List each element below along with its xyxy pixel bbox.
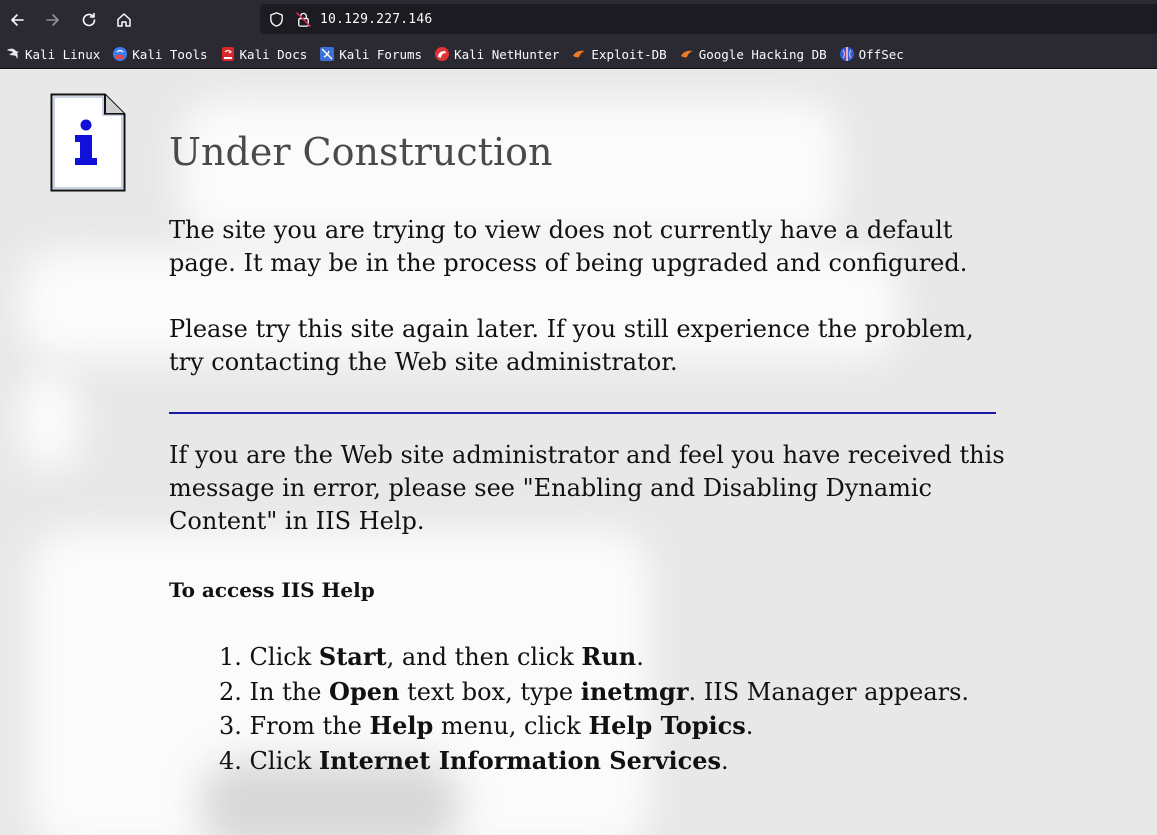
iis-help-heading: To access IIS Help (169, 578, 375, 602)
insecure-lock-icon[interactable] (294, 10, 312, 28)
bookmark-kali-forums[interactable]: Kali Forums (319, 42, 422, 66)
bookmark-offsec[interactable]: OffSec (839, 42, 904, 66)
step-text: In the (249, 677, 330, 706)
bookmark-kali-linux[interactable]: Kali Linux (5, 42, 100, 66)
step-text: From the (249, 712, 370, 740)
step-keyword: inetmgr (580, 676, 689, 706)
bookmark-google-hacking-db[interactable]: Google Hacking DB (679, 42, 827, 66)
kali-nethunter-icon (434, 46, 450, 62)
step-keyword: Internet Information Services (318, 745, 722, 775)
step-keyword: Help Topics (588, 711, 746, 740)
kali-docs-icon (220, 46, 236, 62)
kali-dragon-icon (5, 46, 21, 62)
page-viewport: Under Construction The site you are tryi… (0, 70, 1157, 835)
help-step: 2. In the Open text box, type inetmgr. I… (219, 675, 969, 710)
step-text: . (721, 746, 729, 775)
back-arrow-icon (11, 14, 24, 26)
home-icon (117, 13, 131, 27)
divider-rule (169, 412, 996, 414)
forward-button[interactable] (40, 8, 66, 32)
step-keyword: Open (329, 676, 400, 706)
kali-tools-icon (112, 46, 128, 62)
step-text: . IIS Manager appears. (688, 677, 970, 706)
step-text: text box, type (399, 677, 581, 706)
step-keyword: Help (369, 711, 434, 740)
bookmarks-toolbar: Kali Linux Kali Tools Kali Docs Kali For… (0, 40, 1157, 69)
home-button[interactable] (111, 8, 137, 32)
background-blur-shape (20, 370, 80, 470)
bookmark-kali-nethunter[interactable]: Kali NetHunter (434, 42, 559, 66)
step-text: Click (249, 643, 319, 671)
ghdb-icon (679, 46, 695, 62)
info-document-icon (50, 93, 126, 192)
url-text[interactable]: 10.129.227.146 (320, 12, 432, 27)
reload-icon (82, 12, 96, 27)
step-keyword: Run (581, 642, 637, 671)
step-text: . (636, 643, 644, 671)
exploit-db-icon (571, 46, 587, 62)
bookmark-exploit-db[interactable]: Exploit-DB (571, 42, 667, 66)
retry-paragraph: Please try this site again later. If you… (169, 315, 974, 376)
help-steps-list: 1. Click Start, and then click Run. 2. In… (219, 640, 969, 778)
step-text: menu, click (433, 712, 589, 740)
step-text: Click (249, 746, 319, 775)
browser-toolbar: 10.129.227.146 (0, 0, 1157, 40)
forward-arrow-icon (46, 14, 59, 26)
bookmark-kali-docs[interactable]: Kali Docs (220, 42, 307, 66)
step-number: 1. (219, 643, 250, 671)
offsec-icon (839, 46, 855, 62)
page-title: Under Construction (169, 130, 553, 174)
step-text: . (745, 712, 754, 740)
back-button[interactable] (4, 8, 30, 32)
bookmark-kali-tools[interactable]: Kali Tools (112, 42, 208, 66)
step-text: , and then click (386, 643, 582, 671)
admin-paragraph: If you are the Web site administrator an… (169, 441, 1005, 535)
step-number: 4. (219, 746, 250, 775)
step-number: 3. (219, 712, 250, 740)
address-bar[interactable]: 10.129.227.146 (260, 4, 1157, 34)
help-step: 1. Click Start, and then click Run. (219, 640, 969, 675)
help-step: 4. Click Internet Information Services. (219, 744, 969, 779)
reload-button[interactable] (76, 8, 102, 32)
intro-paragraph: The site you are trying to view does not… (169, 216, 968, 277)
shield-icon[interactable] (267, 10, 285, 28)
step-number: 2. (219, 677, 250, 706)
kali-forums-icon (319, 46, 335, 62)
help-step: 3. From the Help menu, click Help Topics… (219, 709, 969, 744)
step-keyword: Start (318, 642, 387, 671)
